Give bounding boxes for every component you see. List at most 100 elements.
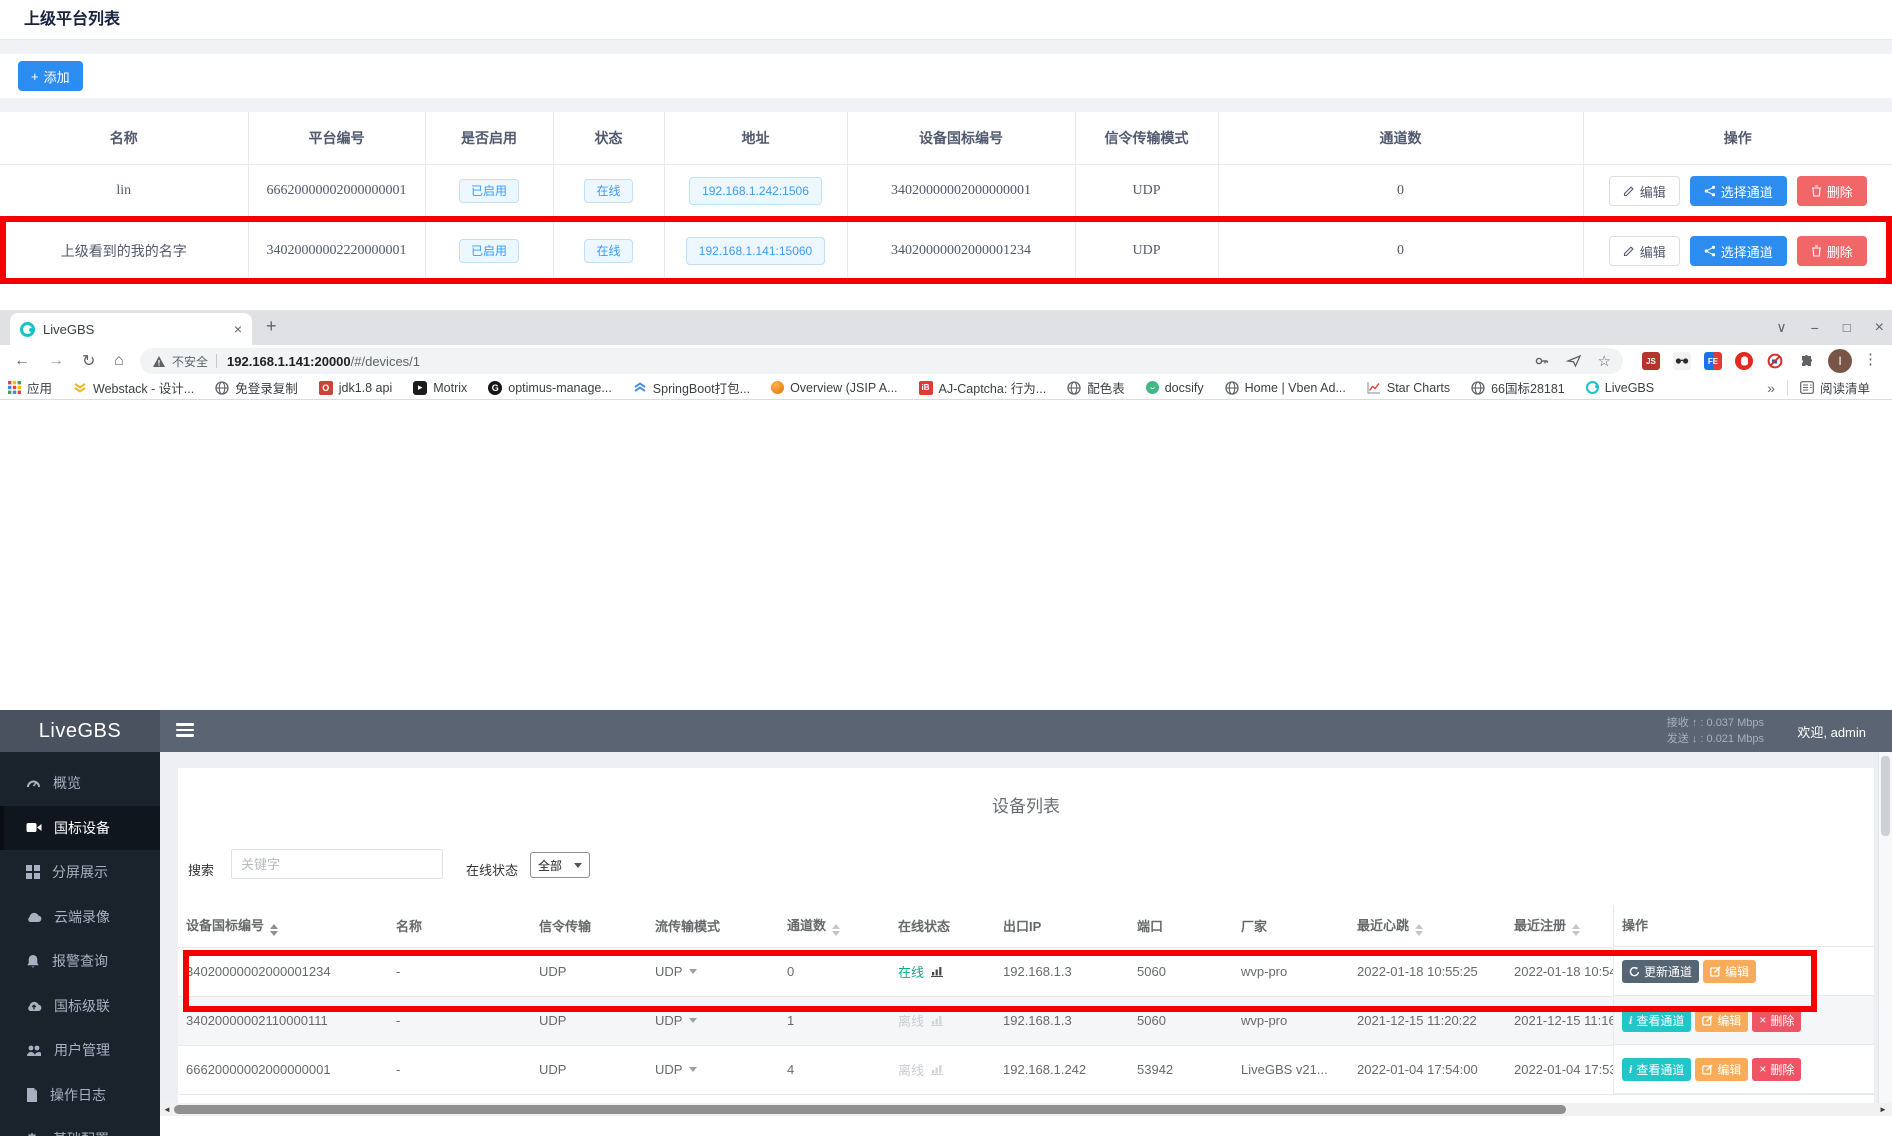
maximize-button[interactable]: □ <box>1843 320 1851 335</box>
col-heartbeat[interactable]: 最近心跳 <box>1349 905 1506 947</box>
tab-search-icon[interactable]: ∨ <box>1776 319 1786 336</box>
stream-mode-select[interactable]: UDP <box>655 964 697 979</box>
sidebar-toggle-icon[interactable] <box>176 723 194 740</box>
bookmark-star-charts[interactable]: Star Charts <box>1367 381 1450 395</box>
bar-chart-icon[interactable] <box>931 1015 943 1026</box>
sidebar-item-gb-cascade[interactable]: 国标级联 <box>0 984 160 1029</box>
bookmark-copy-free[interactable]: 免登录复制 <box>215 378 298 397</box>
add-button[interactable]: + 添加 <box>18 61 83 91</box>
view-channels-button[interactable]: i 查看通道 <box>1622 1058 1691 1081</box>
edit-button[interactable]: 编辑 <box>1703 960 1756 983</box>
extensions-puzzle-icon[interactable] <box>1797 352 1815 370</box>
delete-button[interactable]: 删除 <box>1797 176 1867 206</box>
bookmark-apps[interactable]: 应用 <box>8 378 52 397</box>
new-tab-button[interactable]: + <box>266 316 277 337</box>
sidebar-item-split-screen[interactable]: 分屏展示 <box>0 850 160 895</box>
col-channels[interactable]: 通道数 <box>779 905 890 947</box>
app-logo[interactable]: LiveGBS <box>0 710 160 752</box>
edit-button[interactable]: 编辑 <box>1695 1009 1748 1032</box>
delete-button[interactable]: 删除 <box>1797 236 1867 266</box>
sidebar-item-user-management[interactable]: 用户管理 <box>0 1028 160 1073</box>
view-channels-button[interactable]: i 查看通道 <box>1622 1009 1691 1032</box>
url-text[interactable]: 192.168.1.141:20000/#/devices/1 <box>227 354 420 369</box>
sidebar-item-overview[interactable]: 概览 <box>0 761 160 806</box>
bar-chart-icon[interactable] <box>931 1064 943 1075</box>
address-bar[interactable]: 不安全 192.168.1.141:20000/#/devices/1 ☆ <box>140 348 1623 374</box>
back-button[interactable]: ← <box>14 345 30 376</box>
welcome-user[interactable]: 欢迎, admin <box>1797 722 1866 741</box>
vertical-scrollbar[interactable] <box>1878 752 1892 1136</box>
col-channels: 通道数 <box>1218 112 1583 164</box>
profile-avatar[interactable]: I <box>1828 349 1852 373</box>
bookmark-star-icon[interactable]: ☆ <box>1598 352 1611 370</box>
bookmark-docsify[interactable]: docsify <box>1146 381 1204 395</box>
window-close-button[interactable]: × <box>1875 319 1884 337</box>
search-input[interactable] <box>231 849 443 879</box>
scroll-right-icon[interactable]: ► <box>1876 1105 1890 1114</box>
forward-button[interactable]: → <box>48 345 64 376</box>
scrollbar-thumb[interactable] <box>1881 756 1890 836</box>
stream-mode-select[interactable]: UDP <box>655 1013 697 1028</box>
cell-gb-id: 34020000002110000111 <box>178 996 388 1045</box>
chevron-down-icon <box>689 1018 697 1023</box>
send-share-icon[interactable] <box>1566 353 1582 369</box>
bookmark-webstack[interactable]: Webstack - 设计... <box>73 378 194 397</box>
browser-tab[interactable]: LiveGBS × <box>10 313 252 345</box>
bookmark-livegbs[interactable]: LiveGBS <box>1586 381 1654 395</box>
password-key-icon[interactable] <box>1534 353 1550 369</box>
bookmark-jsip-overview[interactable]: Overview (JSIP A... <box>771 381 897 395</box>
plus-icon: + <box>31 69 39 84</box>
sidebar-item-cloud-record[interactable]: 云端录像 <box>0 895 160 940</box>
col-gb-id[interactable]: 设备国标编号 <box>178 905 388 947</box>
sidebar-item-basic-config[interactable]: 基础配置 <box>0 1117 160 1136</box>
extension-js-icon[interactable]: JS <box>1642 352 1660 370</box>
tab-close-icon[interactable]: × <box>234 321 242 337</box>
col-ip: 出口IP <box>995 905 1129 947</box>
extension-blocker-icon[interactable] <box>1766 352 1784 370</box>
minimize-button[interactable]: − <box>1811 320 1819 336</box>
sidebar-item-gb-devices[interactable]: 国标设备 <box>0 806 160 851</box>
edit-square-icon <box>1702 1015 1713 1026</box>
extension-stop-hand-icon[interactable] <box>1735 352 1753 370</box>
select-channel-button[interactable]: 选择通道 <box>1690 236 1787 266</box>
bookmark-jdk-api[interactable]: O jdk1.8 api <box>319 381 393 395</box>
sidebar-item-operation-log[interactable]: 操作日志 <box>0 1073 160 1118</box>
scrollbar-thumb[interactable] <box>174 1105 1566 1114</box>
bar-chart-icon[interactable] <box>931 966 943 977</box>
edit-button[interactable]: 编辑 <box>1695 1058 1748 1081</box>
stream-mode-select[interactable]: UDP <box>655 1062 697 1077</box>
update-channels-button[interactable]: 更新通道 <box>1622 960 1699 983</box>
bookmark-vben-home[interactable]: Home | Vben Ad... <box>1225 381 1346 395</box>
bookmark-motrix[interactable]: ▸ Motrix <box>413 381 467 395</box>
aj-captcha-icon: iB <box>919 381 933 395</box>
bookmarks-overflow-chevron[interactable]: » <box>1767 380 1775 396</box>
edit-button[interactable]: 编辑 <box>1609 236 1680 266</box>
select-channel-button[interactable]: 选择通道 <box>1690 176 1787 206</box>
bookmark-aj-captcha[interactable]: iB AJ-Captcha: 行为... <box>919 378 1047 397</box>
sidebar-item-alarm-query[interactable]: 报警查询 <box>0 939 160 984</box>
extension-fe-icon[interactable]: FE <box>1704 352 1722 370</box>
bookmark-gb28181[interactable]: 66国标28181 <box>1471 378 1565 397</box>
col-online-status: 在线状态 <box>890 905 995 947</box>
bookmark-springboot[interactable]: SpringBoot打包... <box>633 378 750 397</box>
delete-button[interactable]: × 删除 <box>1752 1009 1801 1032</box>
col-stream-mode: 流传输模式 <box>647 905 779 947</box>
home-button[interactable]: ⌂ <box>114 345 124 376</box>
motrix-icon: ▸ <box>413 381 427 395</box>
bookmark-optimus-manage[interactable]: G optimus-manage... <box>488 381 612 395</box>
col-address: 地址 <box>664 112 847 164</box>
cell-port: 5060 <box>1129 947 1233 996</box>
bookmark-color-table[interactable]: 配色表 <box>1067 378 1125 397</box>
delete-button[interactable]: × 删除 <box>1752 1058 1801 1081</box>
extension-incognito-glasses-icon[interactable] <box>1673 352 1691 370</box>
table-row: lin 66620000002000000001 已启用 在线 192.168.… <box>0 164 1892 218</box>
col-name: 名称 <box>0 112 248 164</box>
scroll-left-icon[interactable]: ◄ <box>160 1105 174 1114</box>
horizontal-scrollbar[interactable]: ◄ ► <box>160 1103 1892 1116</box>
reload-button[interactable]: ↻ <box>82 345 95 376</box>
online-status-select[interactable]: 全部 <box>530 852 590 878</box>
chrome-menu-icon[interactable]: ⋮ <box>1863 350 1878 368</box>
edit-button[interactable]: 编辑 <box>1609 176 1680 206</box>
reading-list-button[interactable]: 阅读清单 <box>1800 378 1870 397</box>
security-label[interactable]: 不安全 <box>172 353 208 370</box>
